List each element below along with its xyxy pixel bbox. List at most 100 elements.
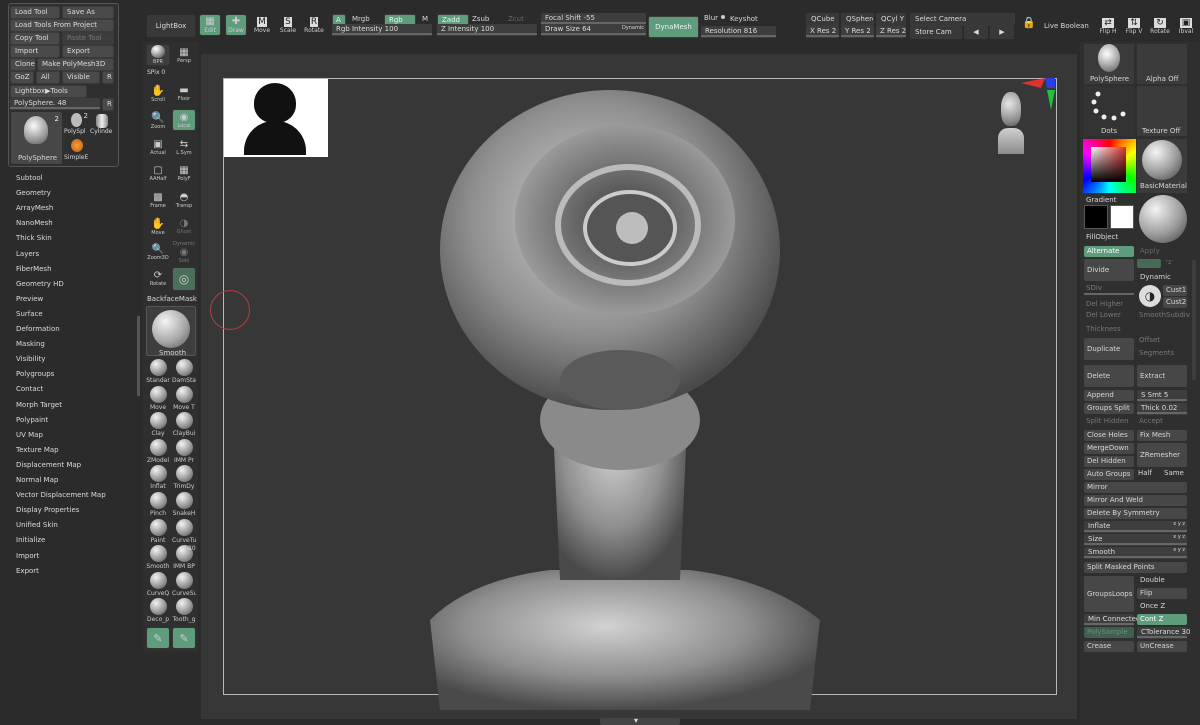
- accept-label[interactable]: Accept: [1139, 417, 1163, 425]
- fill-object-label[interactable]: FillObject: [1086, 233, 1118, 241]
- brush-item[interactable]: Clay: [146, 412, 170, 437]
- actual-button[interactable]: ▣ Actual: [146, 136, 170, 158]
- mirror-weld-button[interactable]: Mirror And Weld: [1084, 495, 1187, 506]
- size-slider[interactable]: Size x y z: [1084, 534, 1187, 546]
- zremesher-button[interactable]: ZRemesher: [1137, 443, 1187, 467]
- ctolerance-slider[interactable]: CTolerance 30: [1137, 627, 1190, 639]
- polygroup-frame-button[interactable]: ◎: [172, 267, 196, 291]
- delete-symmetry-button[interactable]: Delete By Symmetry: [1084, 508, 1187, 519]
- del-hidden-button[interactable]: Del Hidden: [1084, 456, 1134, 467]
- thickness-label[interactable]: Thickness: [1086, 325, 1121, 333]
- gradient-black-swatch[interactable]: [1084, 205, 1108, 229]
- same-label[interactable]: Same: [1164, 469, 1184, 477]
- lightbox-button[interactable]: LightBox: [147, 15, 195, 37]
- all-button[interactable]: All: [36, 71, 60, 84]
- brush-item[interactable]: Smooth: [146, 545, 170, 570]
- brush-item[interactable]: Tooth_g: [172, 598, 196, 623]
- alternate-button[interactable]: Alternate: [1084, 246, 1134, 257]
- submenu-item[interactable]: Polygroups: [16, 370, 54, 378]
- store-cam-button[interactable]: Store Cam: [910, 26, 962, 39]
- goz-button[interactable]: GoZ: [10, 71, 34, 84]
- brush-item[interactable]: IMM Pr: [172, 438, 196, 464]
- smooth-brush-slot[interactable]: Smooth: [146, 306, 196, 357]
- sdiv-slider-track[interactable]: [1084, 293, 1134, 295]
- yres-slider[interactable]: Y Res 2: [841, 26, 874, 38]
- submenu-item[interactable]: FiberMesh: [16, 265, 52, 273]
- lsym-button[interactable]: ⇆ L.Sym: [172, 136, 196, 158]
- flip-button[interactable]: Flip: [1137, 588, 1187, 599]
- camera-prev-button[interactable]: ◀: [964, 26, 988, 39]
- right-scroll-handle[interactable]: [1192, 260, 1196, 380]
- delete-button[interactable]: Delete: [1084, 365, 1134, 387]
- gradient-white-swatch[interactable]: [1110, 205, 1134, 229]
- persp-button[interactable]: ▦ Persp: [172, 44, 196, 66]
- brush-item[interactable]: ZModel: [146, 438, 170, 464]
- submenu-item[interactable]: Surface: [16, 310, 43, 318]
- make-polymesh-button[interactable]: Make PolyMesh3D: [37, 58, 114, 71]
- rgb-intensity-slider[interactable]: Rgb Intensity 100: [332, 24, 432, 36]
- brush-item[interactable]: Paint: [146, 518, 170, 544]
- half-label[interactable]: Half: [1138, 469, 1152, 477]
- crease-button[interactable]: Crease: [1084, 641, 1134, 652]
- brush-item[interactable]: DamSta: [172, 359, 196, 384]
- groups-loops-button[interactable]: GroupsLoops: [1084, 576, 1134, 612]
- load-tools-from-project-button[interactable]: Load Tools From Project: [10, 19, 114, 32]
- cont-z-button[interactable]: Cont Z: [1137, 614, 1187, 625]
- shelf-move-button[interactable]: ✋ Move: [146, 215, 170, 237]
- frame-button[interactable]: ▩ Frame: [146, 189, 170, 211]
- aahalf-button[interactable]: ▢ AAHalf: [146, 162, 170, 184]
- submenu-item[interactable]: Contact: [16, 385, 43, 393]
- merge-down-button[interactable]: MergeDown: [1084, 443, 1134, 454]
- submenu-item[interactable]: Import: [16, 552, 39, 560]
- submenu-item[interactable]: Visibility: [16, 355, 45, 363]
- submenu-item[interactable]: Texture Map: [16, 446, 59, 454]
- submenu-item[interactable]: ArrayMesh: [16, 204, 53, 212]
- poly-sample-button[interactable]: PolySample: [1084, 627, 1134, 638]
- qsphere-button[interactable]: QSphere: [841, 13, 874, 26]
- submenu-item[interactable]: Unified Skin: [16, 521, 58, 529]
- bpr-button[interactable]: BPR: [146, 44, 170, 66]
- draw-size-slider[interactable]: Draw Size 64 Dynamic: [541, 24, 646, 36]
- qcube-button[interactable]: QCube: [806, 13, 839, 26]
- mirror-button[interactable]: Mirror: [1084, 482, 1187, 493]
- submenu-item[interactable]: Displacement Map: [16, 461, 81, 469]
- local-button[interactable]: ◉ Local: [172, 109, 196, 131]
- bottom-expand-icon[interactable]: ▾: [634, 716, 638, 725]
- once-z-label[interactable]: Once Z: [1140, 602, 1165, 610]
- qcyl-button[interactable]: QCyl Y: [876, 13, 906, 26]
- dynamic-label[interactable]: Dynamic: [622, 25, 644, 31]
- fix-mesh-button[interactable]: Fix Mesh: [1137, 430, 1187, 441]
- draw-button[interactable]: ✚ Draw: [225, 14, 247, 36]
- live-boolean-label[interactable]: Live Boolean: [1044, 22, 1089, 30]
- floor-button[interactable]: ▬ Floor: [172, 82, 196, 104]
- edit-button[interactable]: ▦ Edit: [199, 14, 221, 36]
- keyshot-label[interactable]: Keyshot: [730, 15, 758, 23]
- cust2-button[interactable]: Cust2: [1163, 297, 1187, 308]
- brush-item[interactable]: Move T: [172, 385, 196, 411]
- cust1-button[interactable]: Cust1: [1163, 285, 1187, 296]
- paste-tool-button[interactable]: Paste Tool: [62, 32, 114, 45]
- clone-button[interactable]: Clone: [10, 58, 36, 71]
- brush-item[interactable]: ClayBui: [172, 412, 196, 437]
- offset-label[interactable]: Offset: [1139, 336, 1160, 344]
- split-masked-button[interactable]: Split Masked Points: [1084, 562, 1187, 573]
- tool-thumb-cylinder[interactable]: Cylinde: [90, 112, 116, 136]
- min-connected-slider[interactable]: Min Connected: [1084, 614, 1140, 626]
- transp-button[interactable]: ◓ Transp: [172, 189, 196, 211]
- z-intensity-slider[interactable]: Z Intensity 100: [437, 24, 537, 36]
- duplicate-button[interactable]: Duplicate: [1084, 338, 1134, 360]
- tool-thumb-polyspl[interactable]: 2 PolySpl: [64, 112, 88, 136]
- submenu-item[interactable]: Export: [16, 567, 39, 575]
- smooth-subdiv-label[interactable]: SmoothSubdiv: [1139, 311, 1190, 319]
- segments-label[interactable]: Segments: [1139, 349, 1174, 357]
- brush-item[interactable]: CurveQ: [146, 571, 170, 597]
- submenu-item[interactable]: Geometry: [16, 189, 51, 197]
- submenu-item[interactable]: Subtool: [16, 174, 43, 182]
- xres-slider[interactable]: X Res 2: [806, 26, 839, 38]
- backface-mask-label[interactable]: BackfaceMask: [147, 295, 197, 303]
- submenu-item[interactable]: NanoMesh: [16, 219, 53, 227]
- zoom3d-button[interactable]: 🔍 Zoom3D: [146, 241, 170, 263]
- stroke-thumb[interactable]: Dots: [1084, 86, 1134, 136]
- tool-thumb-polysphere[interactable]: 2 PolySphere: [11, 112, 62, 164]
- submenu-item[interactable]: Vector Displacement Map: [16, 491, 106, 499]
